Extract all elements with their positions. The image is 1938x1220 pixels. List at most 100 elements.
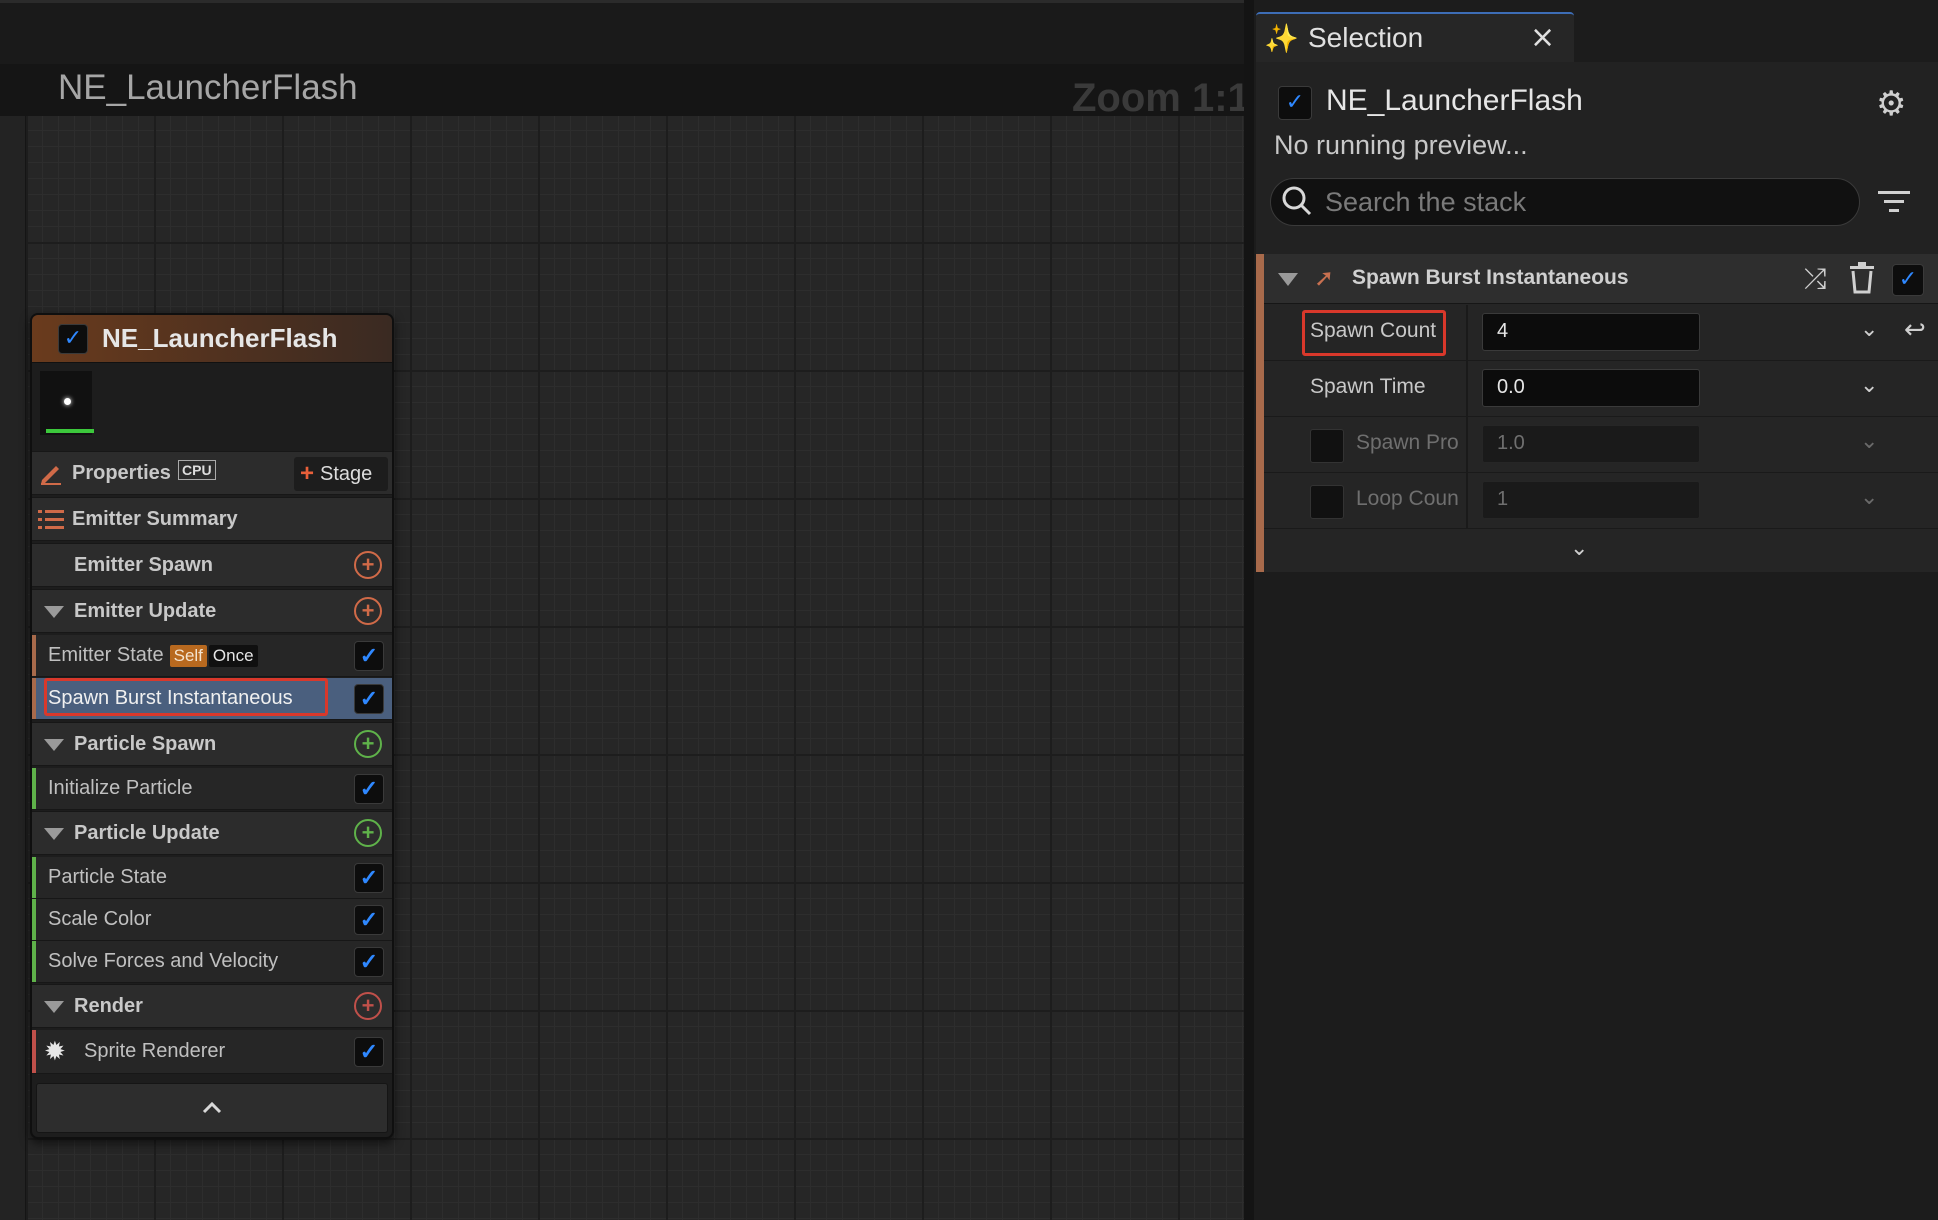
spawn-burst-item[interactable]: Spawn Burst Instantaneous ✓ (32, 678, 392, 720)
node-enable-checkbox[interactable]: ✓ (58, 324, 88, 354)
collapse-node-button[interactable] (36, 1083, 388, 1133)
scale-color-label: Scale Color (48, 908, 152, 930)
spawn-count-label: Spawn Count (1310, 319, 1437, 342)
module-stripe (1256, 254, 1264, 572)
particle-spawn-label: Particle Spawn (74, 732, 217, 755)
emitter-stripe (32, 635, 36, 676)
self-tag: Self (169, 645, 207, 667)
chevron-down-icon[interactable]: ⌄ (1860, 485, 1878, 510)
render-label: Render (74, 994, 143, 1017)
param-divider[interactable] (1466, 361, 1468, 417)
loop-count-label: Loop Coun (1356, 487, 1459, 510)
properties-row[interactable]: Properties CPU + Stage (32, 451, 392, 495)
render-stripe (32, 1030, 36, 1073)
particle-stripe (32, 768, 36, 809)
selection-tab[interactable]: ✨ Selection × (1256, 12, 1574, 62)
param-divider[interactable] (1466, 473, 1468, 529)
module-title: Spawn Burst Instantaneous (1352, 266, 1629, 289)
chevron-down-icon[interactable]: ⌄ (1860, 317, 1878, 342)
collapse-triangle-icon[interactable] (44, 828, 64, 840)
spawn-probability-field[interactable]: 1.0 (1482, 425, 1700, 463)
emitter-spawn-section[interactable]: Emitter Spawn + (32, 543, 392, 587)
chevron-down-icon[interactable]: ⌄ (1860, 429, 1878, 454)
sprite-renderer-checkbox[interactable]: ✓ (354, 1037, 384, 1067)
sprite-icon: ✹ (44, 1036, 66, 1066)
trash-icon[interactable] (1848, 262, 1876, 294)
solve-forces-item[interactable]: Solve Forces and Velocity ✓ (32, 941, 392, 983)
selected-emitter-checkbox[interactable]: ✓ (1278, 86, 1312, 120)
collapse-triangle-icon[interactable] (1278, 273, 1298, 286)
stage-label: Stage (320, 462, 373, 485)
plus-icon: + (300, 460, 315, 487)
param-divider[interactable] (1466, 417, 1468, 473)
add-emitter-update-module-button[interactable]: + (354, 597, 382, 625)
solve-forces-checkbox[interactable]: ✓ (354, 947, 384, 977)
emitter-state-label: Emitter State Self Once (48, 644, 258, 667)
add-particle-update-module-button[interactable]: + (354, 819, 382, 847)
emitter-node[interactable]: ✓ NE_LauncherFlash Properties CPU + Stag… (30, 313, 394, 1139)
spawn-count-field[interactable]: 4 (1482, 313, 1700, 351)
reset-icon[interactable]: ↩ (1904, 315, 1926, 345)
thumbnail-status-bar (46, 429, 94, 433)
node-title: NE_LauncherFlash (102, 323, 338, 353)
sprite-renderer-label: Sprite Renderer (84, 1040, 226, 1062)
particle-stripe (32, 899, 36, 940)
gear-icon[interactable]: ⚙ (1876, 84, 1906, 124)
spawn-time-field[interactable]: 0.0 (1482, 369, 1700, 407)
node-header[interactable]: ✓ NE_LauncherFlash (32, 315, 392, 363)
emitter-summary-row[interactable]: Emitter Summary (32, 497, 392, 541)
graph-top-strip (0, 0, 1244, 64)
search-input[interactable] (1325, 183, 1845, 221)
param-row-spawn-probability: Spawn Pro 1.0 ⌄ (1264, 417, 1938, 473)
emitter-state-item[interactable]: Emitter State Self Once ✓ (32, 635, 392, 677)
param-row-spawn-count: Spawn Count 4 ⌄ ↩ (1264, 305, 1938, 361)
filter-icon[interactable] (1878, 188, 1910, 216)
search-icon (1282, 186, 1312, 216)
spawn-burst-checkbox[interactable]: ✓ (354, 684, 384, 714)
graph-left-edge (0, 116, 26, 1220)
scale-color-item[interactable]: Scale Color ✓ (32, 899, 392, 941)
chevron-down-icon[interactable]: ⌄ (1860, 373, 1878, 398)
preview-status: No running preview... (1274, 130, 1528, 160)
search-box[interactable] (1270, 178, 1860, 226)
particle-update-section[interactable]: Particle Update + (32, 811, 392, 855)
add-emitter-spawn-module-button[interactable]: + (354, 551, 382, 579)
spawn-probability-checkbox[interactable] (1310, 429, 1344, 463)
panel-separator[interactable] (1244, 0, 1254, 1220)
particle-state-item[interactable]: Particle State ✓ (32, 857, 392, 899)
initialize-particle-checkbox[interactable]: ✓ (354, 774, 384, 804)
module-enable-checkbox[interactable]: ✓ (1892, 264, 1924, 296)
cpu-icon: CPU (178, 460, 216, 480)
loop-count-field[interactable]: 1 (1482, 481, 1700, 519)
close-icon[interactable]: × (1530, 20, 1555, 55)
expand-advanced-chevron-icon[interactable]: ⌄ (1570, 536, 1588, 561)
add-stage-button[interactable]: + Stage (294, 457, 388, 491)
param-divider[interactable] (1466, 305, 1468, 361)
emitter-summary-label: Emitter Summary (72, 507, 238, 530)
initialize-particle-item[interactable]: Initialize Particle ✓ (32, 768, 392, 810)
render-section[interactable]: Render + (32, 984, 392, 1028)
particle-state-checkbox[interactable]: ✓ (354, 863, 384, 893)
emitter-state-checkbox[interactable]: ✓ (354, 641, 384, 671)
tab-title: Selection (1308, 22, 1424, 53)
param-row-spawn-time: Spawn Time 0.0 ⌄ (1264, 361, 1938, 417)
initialize-particle-label: Initialize Particle (48, 777, 193, 799)
collapse-triangle-icon[interactable] (44, 739, 64, 751)
emitter-update-section[interactable]: Emitter Update + (32, 589, 392, 633)
solve-forces-label: Solve Forces and Velocity (48, 950, 279, 972)
shuffle-icon[interactable]: ⤮ (1804, 262, 1826, 296)
add-renderer-button[interactable]: + (354, 992, 382, 1020)
add-particle-spawn-module-button[interactable]: + (354, 730, 382, 758)
list-icon (38, 510, 64, 529)
sprite-renderer-item[interactable]: ✹ Sprite Renderer ✓ (32, 1030, 392, 1074)
emitter-stripe (32, 678, 36, 719)
scale-color-checkbox[interactable]: ✓ (354, 905, 384, 935)
particle-spawn-section[interactable]: Particle Spawn + (32, 722, 392, 766)
once-tag: Once (208, 645, 258, 667)
particle-stripe (32, 941, 36, 982)
loop-count-checkbox[interactable] (1310, 485, 1344, 519)
collapse-triangle-icon[interactable] (44, 1001, 64, 1013)
emitter-update-label: Emitter Update (74, 599, 217, 622)
particle-stripe (32, 857, 36, 898)
collapse-triangle-icon[interactable] (44, 606, 64, 618)
